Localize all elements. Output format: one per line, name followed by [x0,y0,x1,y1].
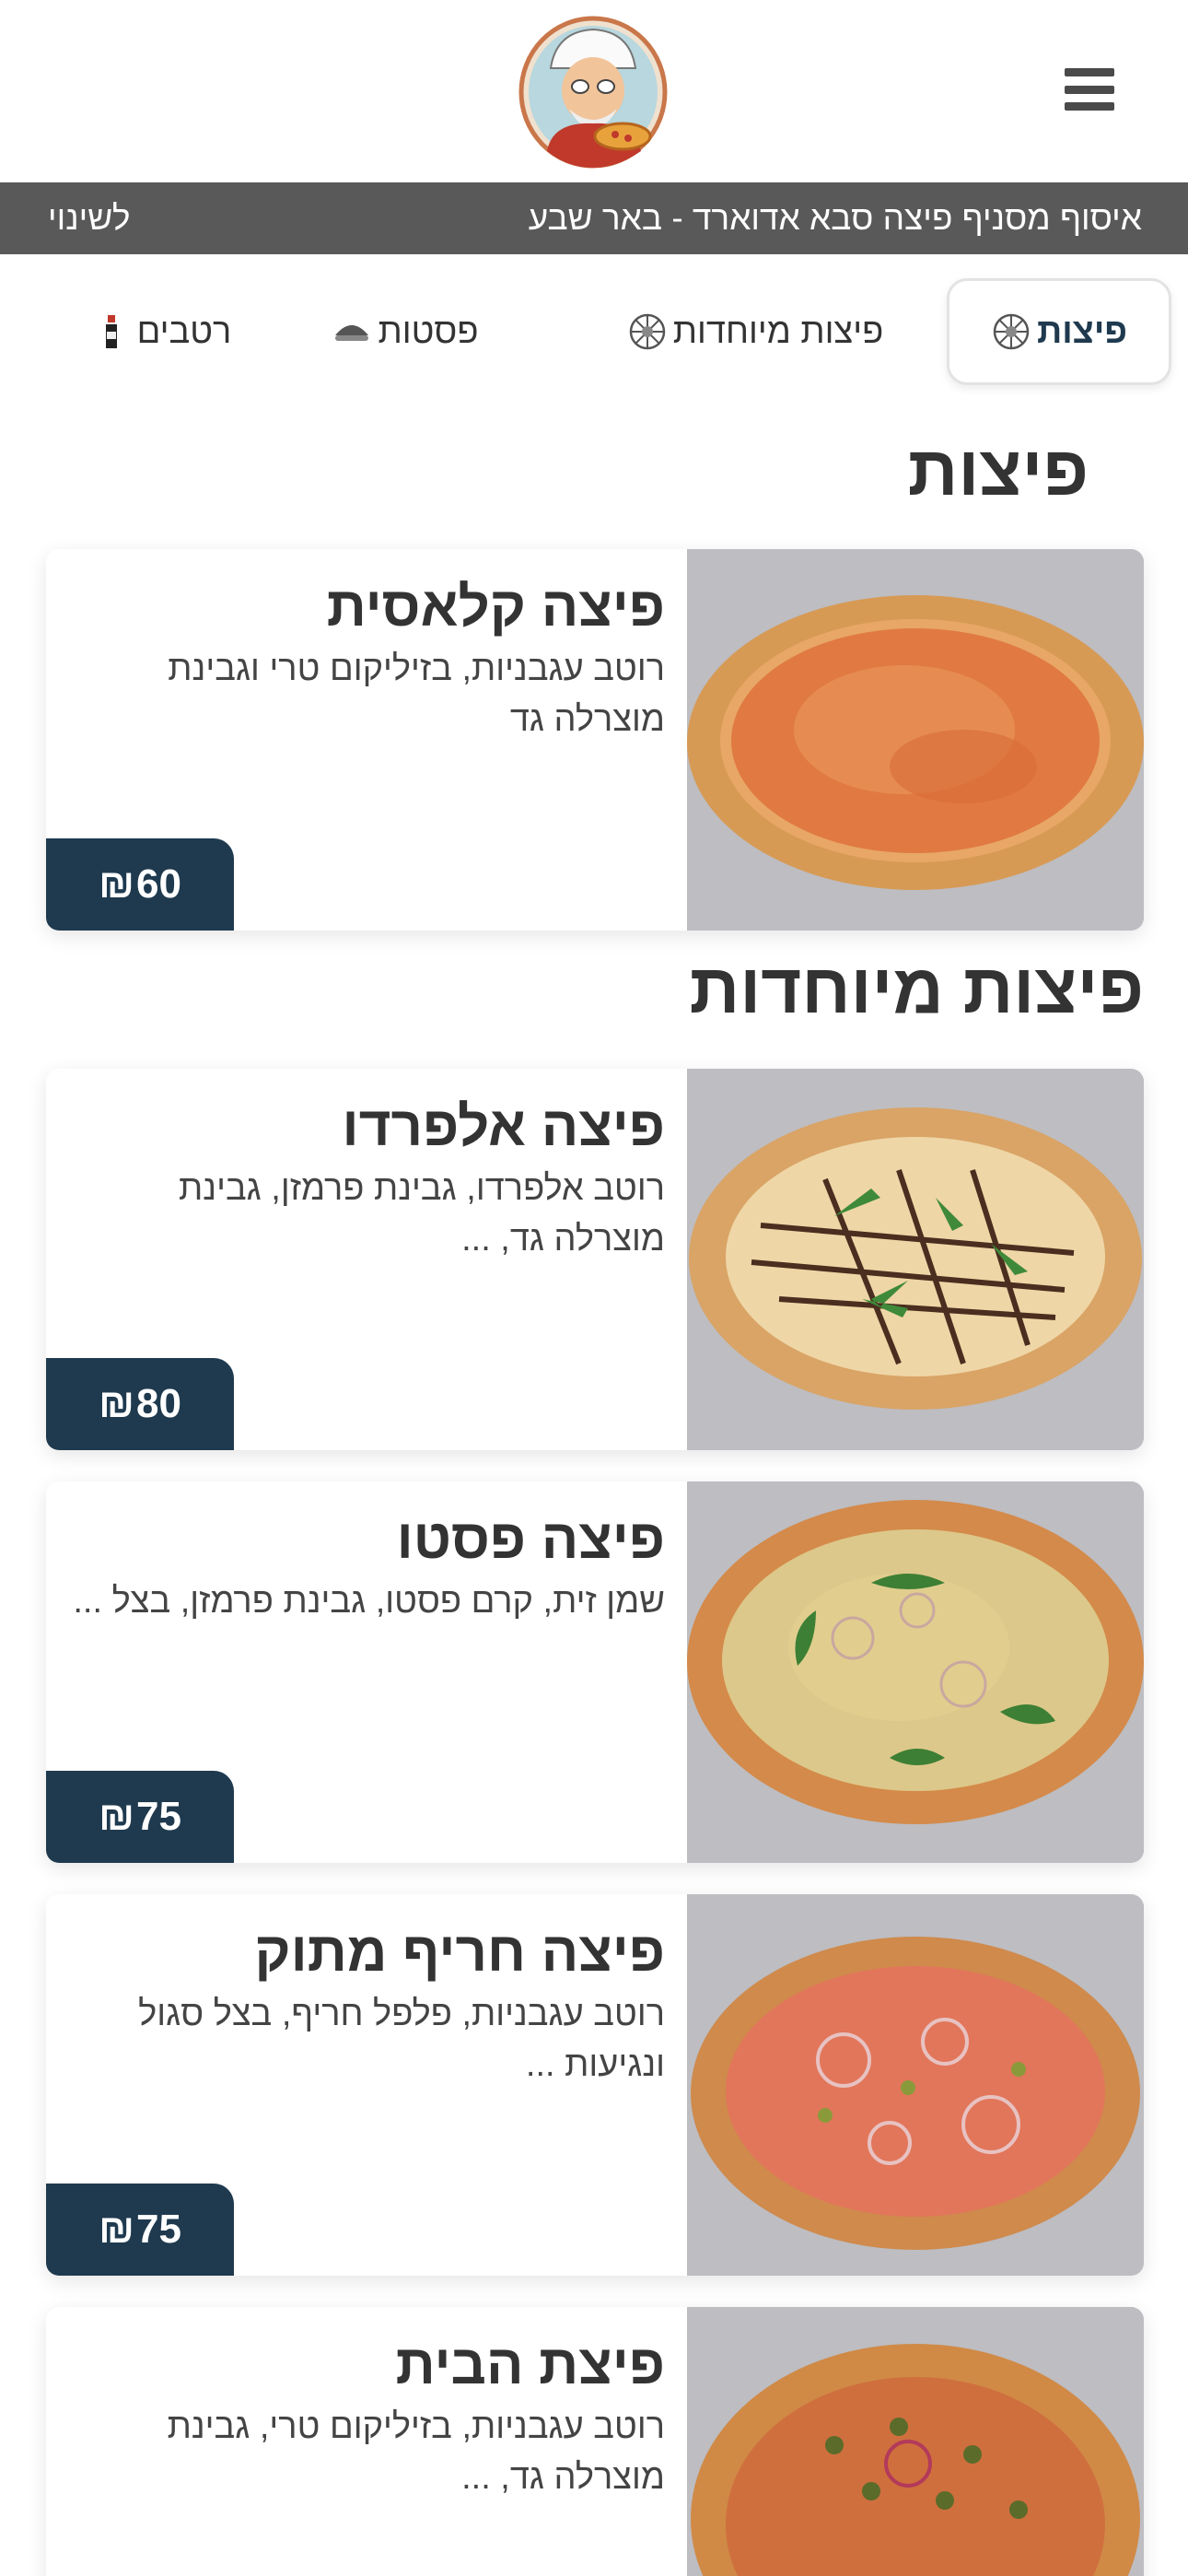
pizza-pesto-image [687,1481,1144,1863]
pizza-sweet-hot-image [687,1894,1144,2276]
product-info: פיצה חריף מתוק רוטב עגבניות, פלפל חריף, … [66,1920,665,2090]
tab-special-pizzas[interactable]: פיצות מיוחדות [599,278,912,385]
tab-label: רטבים [136,311,232,351]
currency-symbol: ₪ [99,1794,134,1839]
currency-symbol: ₪ [99,861,134,907]
product-card[interactable]: פיצה קלאסית רוטב עגבניות, בזיליקום טרי ו… [46,549,1144,931]
price-badge: 60 ₪ [46,838,234,931]
product-name: פיצה קלאסית [326,576,665,638]
tab-label: פיצות [1036,311,1128,351]
pickup-banner: איסוף מסניף פיצה סבא אדוארד - באר שבע לש… [0,182,1188,254]
price-value: 75 [135,1794,181,1839]
product-image [687,2307,1144,2576]
tab-sauces[interactable]: רטבים [74,278,249,385]
change-branch-link[interactable]: לשינוי [48,199,130,238]
pizza-chef-logo[interactable] [516,13,670,170]
product-image [687,549,1144,931]
hamburger-icon-line [1065,68,1114,76]
pizza-classic-image [687,549,1144,931]
category-tabs: פיצות פיצות מיוחדות פסטות רטבים [0,275,1188,389]
product-info: פיצת הבית רוטב עגבניות, בזיליקום טרי, גב… [66,2333,665,2503]
currency-symbol: ₪ [99,1381,134,1426]
product-image [687,1894,1144,2276]
price-value: 75 [135,2207,181,2252]
tab-pizzas[interactable]: פיצות [947,278,1171,385]
product-image [687,1069,1144,1450]
product-name: פיצה אלפרדו [342,1095,665,1157]
product-name: פיצה חריף מתוק [254,1921,665,1983]
product-name: פיצה פסטו [396,1508,665,1570]
pizza-icon [629,313,666,350]
price-badge: 75 ₪ [46,2184,234,2276]
product-card[interactable]: פיצה אלפרדו רוטב אלפרדו, גבינת פרמזן, גב… [46,1069,1144,1450]
product-name: פיצת הבית [395,2334,665,2395]
pizza-alfredo-image [687,1069,1144,1450]
currency-symbol: ₪ [99,2207,134,2252]
product-image [687,1481,1144,1863]
pizza-house-image [687,2307,1144,2576]
tab-label: פיצות מיוחדות [672,311,884,351]
product-info: פיצה פסטו שמן זית, קרם פסטו, גבינת פרמזן… [66,1507,665,1627]
hamburger-icon-line [1065,85,1114,94]
pickup-branch-text: איסוף מסניף פיצה סבא אדוארד - באר שבע [528,199,1142,237]
section-title-pizzas: פיצות [907,432,1089,510]
product-info: פיצה קלאסית רוטב עגבניות, בזיליקום טרי ו… [66,575,665,745]
sauce-bottle-icon [105,315,117,348]
price-badge: 75 ₪ [46,1771,234,1863]
product-card[interactable]: פיצה פסטו שמן זית, קרם פסטו, גבינת פרמזן… [46,1481,1144,1863]
pizza-icon [993,313,1030,350]
price-value: 80 [135,1381,181,1426]
app-header [0,0,1188,182]
section-title-special-pizzas: פיצות מיוחדות [689,950,1144,1028]
price-badge: 80 ₪ [46,1358,234,1450]
product-description: רוטב עגבניות, פלפל חריף, בצל סגול ונגיעו… [138,1995,665,2085]
product-description: רוטב אלפרדו, גבינת פרמזן, גבינת מוצרלה ג… [179,1169,665,1259]
price-value: 60 [135,861,181,907]
product-card[interactable]: פיצה חריף מתוק רוטב עגבניות, פלפל חריף, … [46,1894,1144,2276]
menu-button[interactable] [1061,64,1118,114]
product-description: רוטב עגבניות, בזיליקום טרי, גבינת מוצרלה… [167,2407,665,2498]
tab-pastas[interactable]: פסטות [304,278,507,385]
pasta-icon [335,325,369,341]
product-description: רוטב עגבניות, בזיליקום טרי וגבינת מוצרלה… [168,650,665,740]
hamburger-icon-line [1065,102,1114,111]
product-card[interactable]: פיצת הבית רוטב עגבניות, בזיליקום טרי, גב… [46,2307,1144,2576]
product-info: פיצה אלפרדו רוטב אלפרדו, גבינת פרמזן, גב… [66,1095,665,1265]
tab-label: פסטות [378,311,479,351]
product-description: שמן זית, קרם פסטו, גבינת פרמזן, בצל ... [73,1582,665,1621]
